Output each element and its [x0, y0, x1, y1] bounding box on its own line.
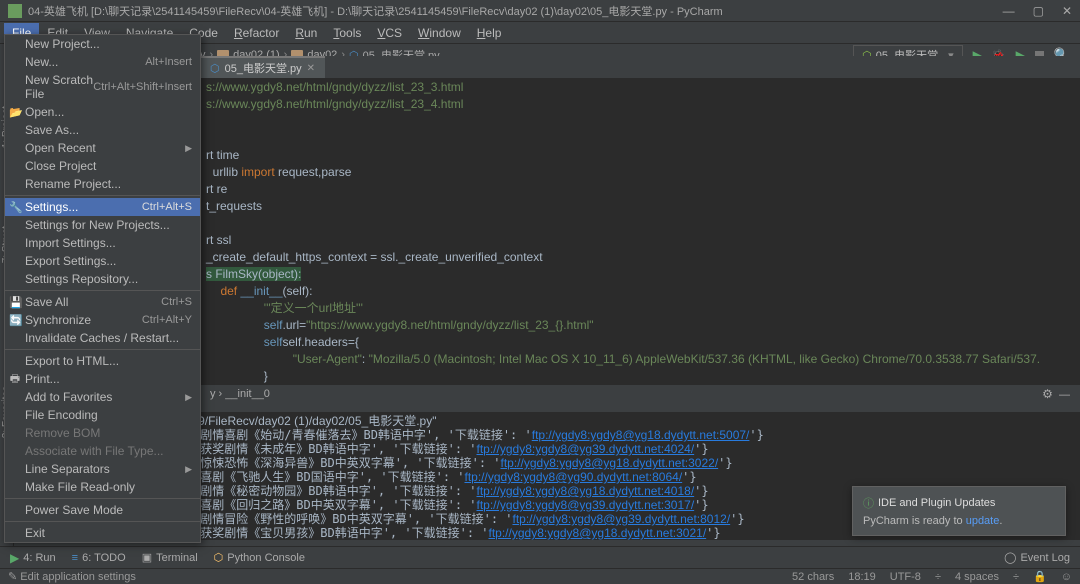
menu-item-settings-[interactable]: 🔧Settings...Ctrl+Alt+S — [5, 198, 200, 216]
menu-item-new-project-[interactable]: New Project... — [5, 35, 200, 53]
menu-item-export-settings-[interactable]: Export Settings... — [5, 252, 200, 270]
status-pos[interactable]: 18:19 — [848, 571, 876, 583]
close-tab-icon[interactable]: ✕ — [307, 63, 315, 74]
terminal-tool-button[interactable]: ▣Terminal — [142, 551, 198, 564]
run-tool-button[interactable]: ▶4: Run — [10, 551, 56, 565]
close-icon[interactable]: — — [1059, 389, 1070, 401]
menu-icon: 🖶 — [9, 370, 21, 389]
lock-icon[interactable]: 🔒 — [1033, 570, 1047, 583]
menu-item-export-to-html-[interactable]: Export to HTML... — [5, 352, 200, 370]
menu-item-print-[interactable]: 🖶Print... — [5, 370, 200, 388]
menu-item-invalidate-caches-restart-[interactable]: Invalidate Caches / Restart... — [5, 329, 200, 347]
menu-item-power-save-mode[interactable]: Power Save Mode — [5, 501, 200, 519]
minimize-icon[interactable]: — — [1003, 4, 1015, 18]
menu-item-close-project[interactable]: Close Project — [5, 157, 200, 175]
menu-item-remove-bom: Remove BOM — [5, 424, 200, 442]
menu-item-settings-repository-[interactable]: Settings Repository... — [5, 270, 200, 288]
menu-item-settings-for-new-projects-[interactable]: Settings for New Projects... — [5, 216, 200, 234]
todo-tool-button[interactable]: ≡6: TODO — [72, 552, 126, 564]
python-console-button[interactable]: ⬡Python Console — [214, 551, 305, 564]
structure-bar: y › __init__0 ⚙ — — [200, 384, 1080, 402]
menu-item-file-encoding[interactable]: File Encoding — [5, 406, 200, 424]
window-controls: — ▢ ✕ — [1003, 4, 1072, 18]
update-link[interactable]: update — [966, 515, 1000, 527]
editor-tab[interactable]: ⬡ 05_电影天堂.py ✕ — [200, 56, 325, 78]
menu-item-new-[interactable]: New...Alt+Insert — [5, 53, 200, 71]
file-menu-popup: New Project...New...Alt+InsertNew Scratc… — [4, 34, 201, 543]
event-log-button[interactable]: ◯Event Log — [1004, 551, 1070, 564]
maximize-icon[interactable]: ▢ — [1033, 4, 1044, 18]
menu-item-open-recent[interactable]: Open Recent▶ — [5, 139, 200, 157]
menu-item-add-to-favorites[interactable]: Add to Favorites▶ — [5, 388, 200, 406]
menu-item-save-all[interactable]: 💾Save AllCtrl+S — [5, 293, 200, 311]
status-chars: 52 chars — [792, 571, 834, 583]
app-icon — [8, 4, 22, 18]
editor-tabs: ⬡ 05_电影天堂.py ✕ — [200, 56, 1080, 79]
menu-item-rename-project-[interactable]: Rename Project... — [5, 175, 200, 193]
window-title: 04-英雄飞机 [D:\聊天记录\2541145459\FileRecv\04-… — [28, 3, 1003, 19]
menu-icon: 🔧 — [9, 201, 21, 214]
menu-item-exit[interactable]: Exit — [5, 524, 200, 542]
info-icon: ⓘ — [863, 495, 874, 511]
tool-window-bar: ▶4: Run ≡6: TODO ▣Terminal ⬡Python Conso… — [0, 546, 1080, 568]
status-enc[interactable]: UTF-8 — [890, 571, 921, 583]
gear-icon[interactable]: ⚙ — [1042, 387, 1053, 401]
code-editor[interactable]: s://www.ygdy8.net/html/gndy/dyzz/list_23… — [200, 79, 1080, 384]
close-icon[interactable]: ✕ — [1062, 4, 1072, 18]
menu-icon: 📂 — [9, 106, 21, 119]
status-bar: ✎ Edit application settings 52 chars 18:… — [0, 568, 1080, 584]
title-bar: 04-英雄飞机 [D:\聊天记录\2541145459\FileRecv\04-… — [0, 0, 1080, 22]
menu-item-save-as-[interactable]: Save As... — [5, 121, 200, 139]
menu-refactor[interactable]: Refactor — [226, 23, 287, 43]
menu-item-synchronize[interactable]: 🔄SynchronizeCtrl+Alt+Y — [5, 311, 200, 329]
menu-item-associate-with-file-type-: Associate with File Type... — [5, 442, 200, 460]
notification-popup[interactable]: ⓘIDE and Plugin Updates PyCharm is ready… — [852, 486, 1066, 536]
menu-item-make-file-read-only[interactable]: Make File Read-only — [5, 478, 200, 496]
menu-tools[interactable]: Tools — [325, 23, 369, 43]
menu-item-import-settings-[interactable]: Import Settings... — [5, 234, 200, 252]
menu-window[interactable]: Window — [410, 23, 469, 43]
status-hint: ✎ Edit application settings — [8, 570, 136, 583]
hector-icon[interactable]: ☺ — [1061, 571, 1072, 583]
status-indent[interactable]: 4 spaces — [955, 571, 999, 583]
menu-item-open-[interactable]: 📂Open... — [5, 103, 200, 121]
python-icon: ⬡ — [210, 62, 220, 75]
menu-icon: 🔄 — [9, 314, 21, 327]
menu-vcs[interactable]: VCS — [369, 23, 410, 43]
menu-run[interactable]: Run — [287, 23, 325, 43]
menu-item-new-scratch-file[interactable]: New Scratch FileCtrl+Alt+Shift+Insert — [5, 71, 200, 103]
menu-item-line-separators[interactable]: Line Separators▶ — [5, 460, 200, 478]
menu-help[interactable]: Help — [469, 23, 510, 43]
menu-icon: 💾 — [9, 296, 21, 309]
